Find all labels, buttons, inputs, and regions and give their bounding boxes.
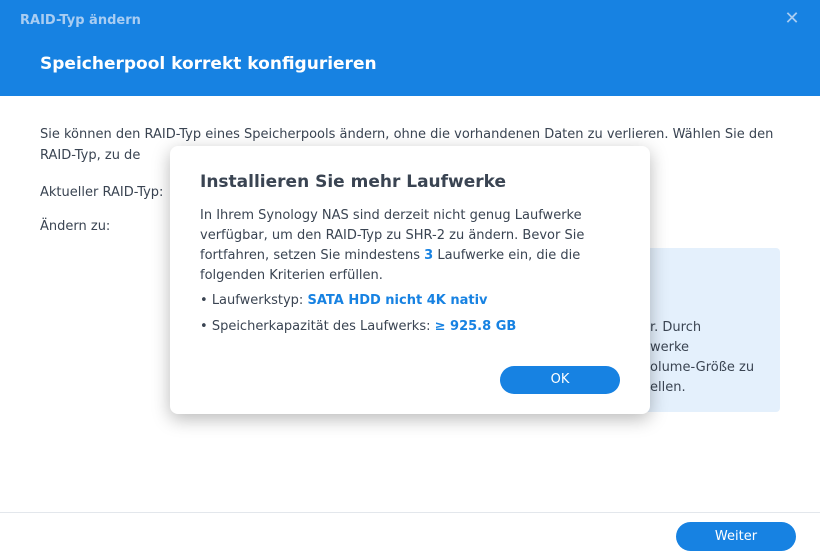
bullet-icon: • (200, 319, 208, 334)
dialog-title: Installieren Sie mehr Laufwerke (200, 172, 507, 192)
ok-button[interactable]: OK (500, 366, 620, 394)
criteria-drive-type: • Laufwerkstyp: SATA HDD nicht 4K nativ (200, 293, 488, 308)
criteria-value: SATA HDD nicht 4K nativ (307, 293, 488, 308)
criteria-value: ≥ 925.8 GB (434, 319, 517, 334)
criteria-drive-capacity: • Speicherkapazität des Laufwerks: ≥ 925… (200, 319, 516, 334)
modal-overlay: Installieren Sie mehr Laufwerke In Ihrem… (0, 0, 820, 560)
required-drive-count: 3 (424, 248, 434, 263)
bullet-icon: • (200, 293, 208, 308)
install-more-drives-dialog: Installieren Sie mehr Laufwerke In Ihrem… (170, 146, 650, 414)
criteria-label: Laufwerkstyp: (211, 293, 304, 308)
dialog-message: In Ihrem Synology NAS sind derzeit nicht… (200, 206, 620, 286)
criteria-label: Speicherkapazität des Laufwerks: (211, 319, 431, 334)
